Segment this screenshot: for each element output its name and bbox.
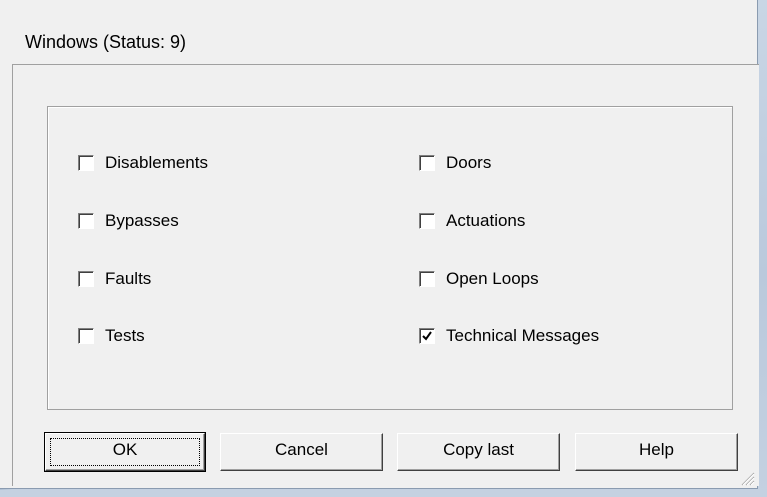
checkbox-box[interactable] [419,213,435,229]
checkbox-box[interactable] [78,271,94,287]
cancel-button-label: Cancel [275,440,328,459]
checkbox-label: Doors [446,153,492,172]
checkbox-box[interactable] [78,155,94,171]
title-bar[interactable]: Windows (Status: 9) [0,0,757,64]
checkbox-tests[interactable]: Tests [78,324,145,348]
checkbox-box[interactable] [419,271,435,287]
dialog-window: Windows (Status: 9) Disablements Bypasse… [0,0,759,489]
checkmark-icon [422,331,432,341]
checkbox-bypasses[interactable]: Bypasses [78,209,179,233]
checkbox-label: Faults [105,269,152,288]
ok-button-label: OK [112,440,138,459]
checkbox-box[interactable] [78,213,94,229]
help-button-label: Help [639,440,674,459]
checkbox-actuations[interactable]: Actuations [419,209,525,233]
copy-last-button-label: Copy last [443,440,514,459]
help-button[interactable]: Help [575,433,738,471]
ok-button[interactable]: OK [44,432,206,472]
checkbox-doors[interactable]: Doors [419,151,491,175]
checkbox-label: Tests [105,326,145,345]
checkbox-box[interactable] [78,328,94,344]
checkbox-technical-messages[interactable]: Technical Messages [419,324,599,348]
resize-grip-icon[interactable] [739,470,755,486]
checkbox-label: Open Loops [446,269,539,288]
checkbox-label: Technical Messages [446,326,600,345]
window-frame: Windows (Status: 9) Disablements Bypasse… [0,0,767,497]
copy-last-button[interactable]: Copy last [397,433,560,471]
window-title: Windows (Status: 9) [25,32,187,52]
checkbox-label: Bypasses [105,211,179,230]
checkbox-disablements[interactable]: Disablements [78,151,208,175]
cancel-button[interactable]: Cancel [220,433,383,471]
checkbox-box[interactable] [419,328,435,344]
checkbox-open-loops[interactable]: Open Loops [419,267,539,291]
checkbox-label: Disablements [105,153,208,172]
checkbox-label: Actuations [446,211,526,230]
checkbox-faults[interactable]: Faults [78,267,151,291]
checkbox-box[interactable] [419,155,435,171]
